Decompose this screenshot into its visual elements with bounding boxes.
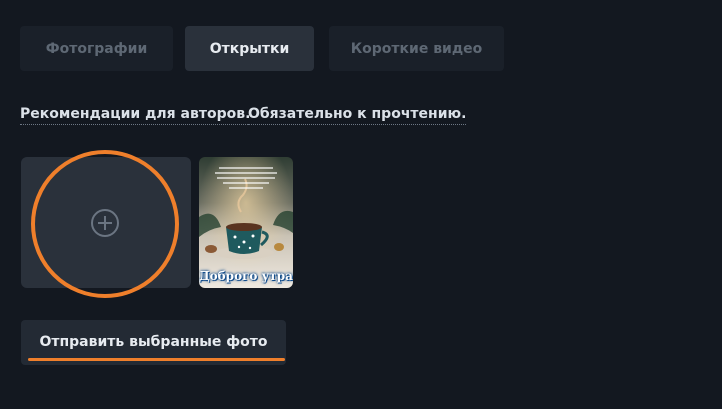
plus-circle-icon[interactable] (90, 208, 120, 238)
must-read-link[interactable]: Обязательно к прочтению. (248, 106, 467, 125)
highlight-underline-annotation (28, 358, 285, 361)
postcard-caption: Доброго утра! (199, 269, 293, 283)
tab-short-videos[interactable]: Короткие видео (329, 26, 504, 71)
tab-short-videos-label: Короткие видео (350, 40, 483, 57)
author-guidelines-link[interactable]: Рекомендации для авторов. (20, 106, 251, 125)
tab-photos-label: Фотографии (45, 40, 148, 57)
page: Фотографии Открытки Короткие видео Реком… (0, 0, 722, 409)
postcard-thumbnail[interactable]: Доброго утра! (199, 157, 293, 288)
tab-postcards[interactable]: Открытки (185, 26, 314, 71)
tab-photos[interactable]: Фотографии (20, 26, 173, 71)
submit-selected-label: Отправить выбранные фото (39, 333, 268, 350)
tab-postcards-label: Открытки (209, 40, 290, 57)
